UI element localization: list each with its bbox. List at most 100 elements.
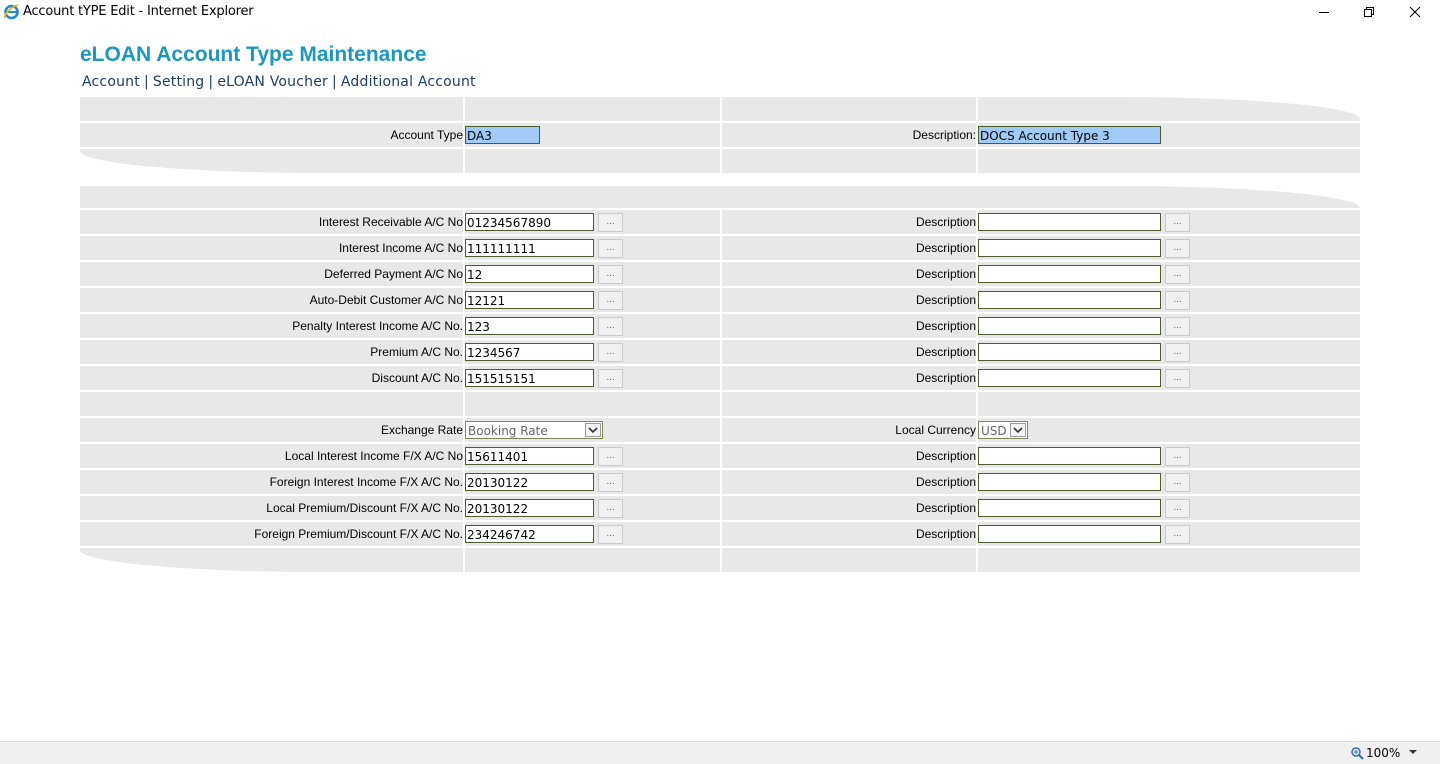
account-description-label: Description — [915, 371, 976, 385]
description-lookup-button[interactable]: ... — [1165, 291, 1190, 310]
account-row: Interest Receivable A/C No 01234567890...… — [80, 210, 1360, 234]
description-lookup-button[interactable]: ... — [1165, 343, 1190, 362]
description-lookup-button[interactable]: ... — [1165, 447, 1190, 466]
restore-button[interactable] — [1346, 0, 1392, 24]
panel-spacer-row — [80, 97, 1360, 121]
description-lookup-button[interactable]: ... — [1165, 239, 1190, 258]
account-number-field[interactable]: 111111111 — [465, 239, 594, 257]
zoom-level[interactable]: 100% — [1366, 746, 1400, 760]
account-type-field[interactable]: DA3 — [465, 126, 540, 144]
account-description-label: Description — [915, 475, 976, 489]
description-lookup-button[interactable]: ... — [1165, 473, 1190, 492]
account-description-field[interactable] — [978, 447, 1161, 465]
account-label: Local Interest Income F/X A/C No — [284, 449, 463, 463]
account-description-label: Description — [915, 527, 976, 541]
internet-explorer-icon — [3, 4, 19, 20]
chevron-down-icon — [1010, 423, 1026, 437]
account-number-field[interactable]: 20130122 — [465, 499, 594, 517]
nav-link-account[interactable]: Account — [82, 74, 140, 90]
account-lookup-button[interactable]: ... — [598, 343, 623, 362]
chevron-down-icon[interactable] — [1408, 748, 1418, 756]
nav-link-eloan-voucher[interactable]: eLOAN Voucher — [217, 74, 328, 90]
chevron-down-icon — [585, 423, 601, 437]
page-title: eLOAN Account Type Maintenance — [80, 43, 427, 66]
description-lookup-button[interactable]: ... — [1165, 317, 1190, 336]
account-description-label: Description — [915, 501, 976, 515]
account-description-label: Description — [915, 319, 976, 333]
account-lookup-button[interactable]: ... — [598, 317, 623, 336]
panel-header-row — [80, 186, 1360, 208]
exchange-rate-select[interactable]: Booking Rate — [465, 421, 603, 439]
account-row: Premium A/C No. 1234567... Description... — [80, 340, 1360, 364]
account-description-field[interactable] — [978, 317, 1161, 335]
account-type-label: Account Type — [390, 128, 464, 142]
account-description-field[interactable] — [978, 369, 1161, 387]
account-lookup-button[interactable]: ... — [598, 447, 623, 466]
account-lookup-button[interactable]: ... — [598, 265, 623, 284]
account-number-field[interactable]: 151515151 — [465, 369, 594, 387]
account-number-field[interactable]: 123 — [465, 317, 594, 335]
account-description-field[interactable] — [978, 291, 1161, 309]
description-lookup-button[interactable]: ... — [1165, 265, 1190, 284]
account-number-field[interactable]: 15611401 — [465, 447, 594, 465]
exchange-rate-value: Booking Rate — [468, 424, 548, 438]
description-label: Description: — [912, 128, 976, 142]
account-description-label: Description — [915, 215, 976, 229]
exchange-row: Exchange Rate Booking Rate Local Currency U… — [80, 418, 1360, 442]
window-titlebar: Account tYPE Edit - Internet Explorer — [0, 0, 1440, 24]
account-number-field[interactable]: 01234567890 — [465, 213, 594, 231]
account-description-field[interactable] — [978, 265, 1161, 283]
account-label: Deferred Payment A/C No — [324, 267, 463, 281]
nav-link-additional-account[interactable]: Additional Account — [341, 74, 476, 90]
close-button[interactable] — [1392, 0, 1438, 24]
account-description-label: Description — [915, 293, 976, 307]
account-lookup-button[interactable]: ... — [598, 473, 623, 492]
account-description-field[interactable] — [978, 525, 1161, 543]
account-lookup-button[interactable]: ... — [598, 525, 623, 544]
account-lookup-button[interactable]: ... — [598, 369, 623, 388]
account-row: Interest Income A/C No 111111111... Descri… — [80, 236, 1360, 260]
account-lookup-button[interactable]: ... — [598, 213, 623, 232]
nav-separator: | — [143, 74, 149, 90]
account-lookup-button[interactable]: ... — [598, 239, 623, 258]
account-row: Foreign Interest Income F/X A/C No. 20130… — [80, 470, 1360, 494]
nav-separator: | — [208, 74, 214, 90]
description-lookup-button[interactable]: ... — [1165, 213, 1190, 232]
account-row: Discount A/C No. 151515151... Description.… — [80, 366, 1360, 390]
account-number-field[interactable]: 1234567 — [465, 343, 594, 361]
description-lookup-button[interactable]: ... — [1165, 369, 1190, 388]
account-description-field[interactable] — [978, 213, 1161, 231]
account-number-field[interactable]: 12121 — [465, 291, 594, 309]
panel-spacer-row — [80, 149, 1360, 173]
account-lookup-button[interactable]: ... — [598, 499, 623, 518]
nav-link-setting[interactable]: Setting — [153, 74, 205, 90]
account-number-field[interactable]: 12 — [465, 265, 594, 283]
minimize-button[interactable] — [1301, 0, 1347, 24]
account-label: Interest Receivable A/C No — [318, 215, 463, 229]
account-row: Local Interest Income F/X A/C No 15611401… — [80, 444, 1360, 468]
local-currency-value: USD — [981, 424, 1007, 438]
account-description-field[interactable] — [978, 499, 1161, 517]
account-row: Auto-Debit Customer A/C No 12121... Descri… — [80, 288, 1360, 312]
account-description-label: Description — [915, 241, 976, 255]
local-currency-select[interactable]: USD — [978, 421, 1028, 439]
account-number-field[interactable]: 234246742 — [465, 525, 594, 543]
description-lookup-button[interactable]: ... — [1165, 499, 1190, 518]
account-description-field[interactable] — [978, 473, 1161, 491]
account-label: Auto-Debit Customer A/C No — [309, 293, 463, 307]
status-bar: 100% — [0, 741, 1440, 764]
description-lookup-button[interactable]: ... — [1165, 525, 1190, 544]
nav-links: Account | Setting | eLOAN Voucher | Additional… — [82, 74, 476, 90]
account-description-label: Description — [915, 345, 976, 359]
account-lookup-button[interactable]: ... — [598, 291, 623, 310]
account-description-field[interactable] — [978, 343, 1161, 361]
account-type-row: Account Type Description: DA3 DOCS Accou… — [80, 123, 1360, 147]
account-label: Foreign Premium/Discount F/X A/C No. — [254, 527, 463, 541]
account-label: Foreign Interest Income F/X A/C No. — [269, 475, 463, 489]
account-description-field[interactable] — [978, 239, 1161, 257]
account-type-description-field[interactable]: DOCS Account Type 3 — [978, 126, 1161, 144]
zoom-icon — [1351, 747, 1364, 760]
account-label: Premium A/C No. — [370, 345, 463, 359]
account-number-field[interactable]: 20130122 — [465, 473, 594, 491]
minimize-icon — [1319, 12, 1329, 13]
